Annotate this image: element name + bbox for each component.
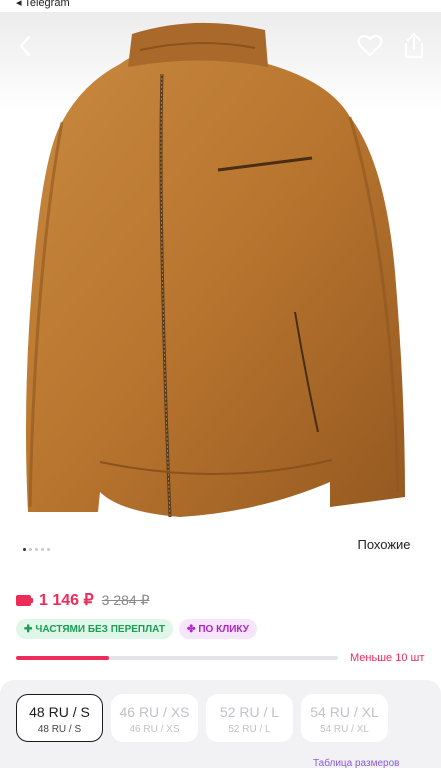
wallet-icon: [16, 594, 33, 606]
similar-button[interactable]: Похожие: [345, 527, 423, 561]
share-button[interactable]: [402, 32, 430, 62]
gallery-dot: [35, 548, 38, 551]
stock-label: Меньше 10 шт: [350, 652, 425, 664]
gallery-dot: [29, 548, 32, 551]
installments-label: ЧАСТЯМИ БЕЗ ПЕРЕПЛАТ: [35, 623, 165, 635]
jacket-image: [26, 22, 405, 518]
one-click-label: ПО КЛИКУ: [198, 623, 249, 635]
size-main: 54 RU / XL: [310, 704, 379, 720]
size-sub: 48 RU / S: [37, 724, 82, 735]
gallery-dots: [23, 548, 50, 551]
size-options: 48 RU / S 48 RU / S 46 RU / XS 46 RU / X…: [16, 694, 388, 742]
plus-icon: ✚: [24, 623, 33, 635]
size-sub: 54 RU / XL: [320, 724, 369, 735]
telegram-back-label[interactable]: ◂ Telegram: [16, 0, 70, 9]
size-sub: 52 RU / L: [228, 724, 271, 735]
heart-icon: [357, 34, 383, 57]
gallery-dot: [41, 548, 44, 551]
back-icon: [19, 35, 31, 57]
size-option[interactable]: 52 RU / L 52 RU / L: [206, 694, 293, 742]
one-click-badge[interactable]: ✤ ПО КЛИКУ: [178, 619, 257, 639]
back-button[interactable]: [10, 34, 40, 64]
size-table-link[interactable]: Таблица размеров: [313, 758, 399, 768]
gallery-dot: [23, 548, 26, 551]
size-sub: 46 RU / XS: [129, 724, 180, 735]
stock-progress: [16, 656, 338, 660]
product-gallery[interactable]: Похожие: [0, 12, 441, 575]
installments-badge[interactable]: ✚ ЧАСТЯМИ БЕЗ ПЕРЕПЛАТ: [16, 619, 173, 639]
size-main: 52 RU / L: [219, 704, 280, 720]
size-option[interactable]: 46 RU / XS 46 RU / XS: [111, 694, 198, 742]
share-icon: [404, 32, 424, 59]
current-price: 1 146 ₽: [39, 592, 94, 609]
stock-progress-fill: [16, 656, 110, 660]
size-option[interactable]: 54 RU / XL 54 RU / XL: [301, 694, 388, 742]
promo-badges: ✚ ЧАСТЯМИ БЕЗ ПЕРЕПЛАТ ✤ ПО КЛИКУ: [16, 619, 257, 639]
old-price: 3 284 ₽: [101, 591, 150, 608]
fan-icon: ✤: [186, 623, 196, 635]
favorite-button[interactable]: [357, 34, 385, 62]
status-bar: ◂ Telegram: [0, 0, 441, 12]
size-option[interactable]: 48 RU / S 48 RU / S: [16, 694, 103, 742]
size-main: 48 RU / S: [29, 704, 90, 720]
size-main: 46 RU / XS: [119, 704, 190, 720]
gallery-dot: [47, 548, 50, 551]
price-row: 1 146 ₽ 3 284 ₽: [16, 590, 150, 610]
